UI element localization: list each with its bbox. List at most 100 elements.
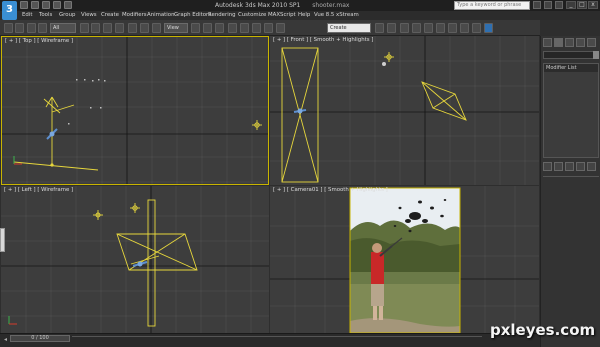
maximize-button[interactable]: □: [577, 1, 587, 9]
viewport-left-label[interactable]: [ + ] [ Left ] [ Wireframe ]: [4, 187, 73, 193]
viewport-camera-label[interactable]: [ + ] [ Camera01 ] [ Smooth + Highlights…: [273, 187, 388, 193]
main-toolbar: All View Create Selection Se: [0, 20, 540, 39]
menu-create[interactable]: Create: [101, 12, 119, 18]
menu-vue-xstream[interactable]: Vue 8.5 xStream: [314, 12, 359, 18]
binoculars-icon[interactable]: [533, 1, 541, 9]
edit-named-selection-icon[interactable]: [276, 23, 285, 33]
scale-icon[interactable]: [152, 23, 161, 33]
help-search-input[interactable]: Type a keyword or phrase: [454, 1, 530, 10]
remove-modifier-icon[interactable]: [576, 162, 585, 171]
move-icon[interactable]: [128, 23, 137, 33]
angle-snap-icon[interactable]: [240, 23, 249, 33]
manipulate-icon[interactable]: [203, 23, 212, 33]
window-title: Autodesk 3ds Max 2010 SP1 shooter.max: [215, 2, 349, 9]
unlink-icon[interactable]: [38, 23, 47, 33]
reference-coordinate-dropdown[interactable]: View: [164, 23, 188, 33]
modify-tab-icon[interactable]: [554, 38, 563, 47]
show-end-result-icon[interactable]: [554, 162, 563, 171]
link-icon[interactable]: [27, 23, 36, 33]
window-crossing-icon[interactable]: [115, 23, 124, 33]
percent-snap-icon[interactable]: [252, 23, 261, 33]
align-icon[interactable]: [387, 23, 396, 33]
viewport-front[interactable]: [ + ] [ Front ] [ Smooth + Highlights ]: [270, 36, 539, 185]
layer-manager-icon[interactable]: [400, 23, 409, 33]
save-file-icon[interactable]: [42, 1, 50, 9]
viewport-top-label[interactable]: [ + ] [ Top ] [ Wireframe ]: [5, 38, 73, 44]
viewport-camera-scene: [270, 186, 539, 333]
mirror-icon[interactable]: [375, 23, 384, 33]
new-file-icon[interactable]: [20, 1, 28, 9]
make-unique-icon[interactable]: [565, 162, 574, 171]
redo-icon[interactable]: [64, 1, 72, 9]
title-bar: Autodesk 3ds Max 2010 SP1 shooter.max Ty…: [0, 0, 600, 11]
named-selection-set-dropdown[interactable]: Create Selection Se: [327, 23, 371, 39]
configure-modifier-sets-icon[interactable]: [587, 162, 596, 171]
menu-edit[interactable]: Edit: [22, 12, 32, 18]
curve-editor-icon[interactable]: [424, 23, 433, 33]
region-select-icon[interactable]: [103, 23, 112, 33]
menu-views[interactable]: Views: [81, 12, 97, 18]
undo-tool-icon[interactable]: [4, 23, 13, 33]
material-editor-icon[interactable]: [448, 23, 457, 33]
rotate-icon[interactable]: [140, 23, 149, 33]
menu-modifiers[interactable]: Modifiers: [122, 12, 147, 18]
timeline-track[interactable]: [72, 336, 482, 341]
select-object-icon[interactable]: [80, 23, 89, 33]
object-name-field[interactable]: [543, 51, 599, 59]
object-color-swatch[interactable]: [593, 51, 599, 59]
keyboard-shortcut-icon[interactable]: [215, 23, 224, 33]
modifier-list-dropdown[interactable]: Modifier List: [544, 64, 598, 72]
target-marker-icon: [93, 203, 140, 220]
view-axis-icon: [8, 316, 17, 325]
snap-icon[interactable]: [228, 23, 237, 33]
menu-animation[interactable]: Animation: [147, 12, 174, 18]
menu-rendering[interactable]: Rendering: [208, 12, 236, 18]
viewport-camera[interactable]: [ + ] [ Camera01 ] [ Smooth + Highlights…: [270, 186, 539, 333]
command-panel: Modifier List: [540, 36, 600, 347]
close-button[interactable]: x: [588, 1, 598, 9]
menu-tools[interactable]: Tools: [39, 12, 52, 18]
spinner-snap-icon[interactable]: [264, 23, 273, 33]
motion-tab-icon[interactable]: [576, 38, 585, 47]
render-production-icon[interactable]: [484, 23, 493, 33]
menu-maxscript[interactable]: MAXScript: [268, 12, 296, 18]
pivot-center-icon[interactable]: [191, 23, 200, 33]
undo-icon[interactable]: [53, 1, 61, 9]
panel-divider: [543, 176, 599, 177]
redo-tool-icon[interactable]: [15, 23, 24, 33]
viewport-front-label[interactable]: [ + ] [ Front ] [ Smooth + Highlights ]: [273, 37, 373, 43]
menu-help[interactable]: Help: [298, 12, 310, 18]
app-menu-logo-icon[interactable]: [2, 1, 17, 20]
time-slider[interactable]: 0 / 100: [10, 335, 70, 342]
stack-controls: [543, 162, 596, 171]
modifier-stack[interactable]: Modifier List: [543, 63, 599, 158]
open-file-icon[interactable]: [31, 1, 39, 9]
viewport-layout-tab[interactable]: [0, 228, 5, 252]
display-tab-icon[interactable]: [587, 38, 596, 47]
viewport-left[interactable]: [ + ] [ Left ] [ Wireframe ]: [1, 186, 269, 333]
create-tab-icon[interactable]: [543, 38, 552, 47]
star-icon[interactable]: [544, 1, 552, 9]
graphite-ribbon-icon[interactable]: [412, 23, 421, 33]
menu-bar: Edit Tools Group Views Create Modifiers …: [0, 11, 600, 20]
menu-graph-editors[interactable]: Graph Editors: [174, 12, 211, 18]
viewport-top-scene: [2, 37, 268, 184]
time-prev-arrow-icon[interactable]: ◂: [4, 336, 7, 343]
rendered-frame-window-icon[interactable]: [472, 23, 481, 33]
render-setup-icon[interactable]: [460, 23, 469, 33]
schematic-view-icon[interactable]: [436, 23, 445, 33]
watermark-text: pxleyes.com: [490, 321, 596, 339]
pin-stack-icon[interactable]: [543, 162, 552, 171]
minimize-button[interactable]: _: [566, 1, 576, 9]
viewport-front-scene: [270, 36, 539, 185]
viewport-top[interactable]: [ + ] [ Top ] [ Wireframe ]: [1, 36, 269, 185]
modifier-list-label: Modifier List: [546, 65, 577, 71]
select-by-name-icon[interactable]: [91, 23, 100, 33]
figure-icon: [293, 108, 307, 114]
selection-filter-dropdown[interactable]: All: [50, 23, 76, 33]
hierarchy-tab-icon[interactable]: [565, 38, 574, 47]
help-icon[interactable]: [555, 1, 563, 9]
target-marker-icon: [384, 52, 394, 62]
menu-customize[interactable]: Customize: [238, 12, 266, 18]
menu-group[interactable]: Group: [59, 12, 75, 18]
